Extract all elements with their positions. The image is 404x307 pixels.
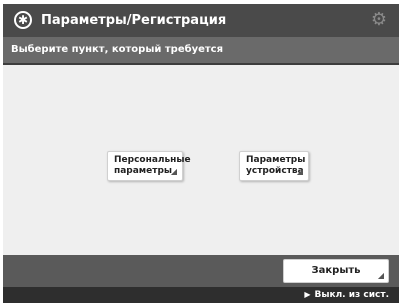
close-button[interactable]: Закрыть ◢ (283, 259, 389, 283)
status-bar: ▶ Выкл. из сист. (3, 287, 399, 303)
logout-status-text: Выкл. из сист. (314, 290, 389, 300)
settings-registration-icon: ✱ (14, 11, 32, 29)
device-settings-button[interactable]: Параметры устройства ◢ (239, 151, 309, 181)
title-bar: ✱ Параметры/Регистрация ⚙ (3, 4, 399, 37)
device-settings-label-line2: устройства (246, 166, 304, 176)
instruction-bar: Выберите пункт, который требуется (3, 37, 399, 65)
footer-bar: Закрыть ◢ (3, 255, 399, 287)
content-area: Персональные параметры ◢ Параметры устро… (3, 65, 399, 255)
corner-arrow-icon: ◢ (377, 271, 384, 280)
personal-settings-label-line2: параметры (114, 166, 173, 176)
personal-settings-button[interactable]: Персональные параметры ◢ (107, 151, 191, 181)
personal-settings-label-line1: Персональные (114, 155, 191, 165)
device-settings-label-line1: Параметры (246, 155, 306, 165)
close-button-label: Закрыть (311, 265, 361, 276)
instruction-text: Выберите пункт, который требуется (11, 44, 224, 55)
gear-icon[interactable]: ⚙ (369, 10, 389, 30)
corner-arrow-icon: ◢ (296, 167, 303, 176)
corner-arrow-icon: ◢ (170, 167, 177, 176)
logout-icon: ▶ (304, 290, 311, 299)
logout-status[interactable]: ▶ Выкл. из сист. (304, 288, 389, 302)
page-title: Параметры/Регистрация (41, 13, 227, 28)
